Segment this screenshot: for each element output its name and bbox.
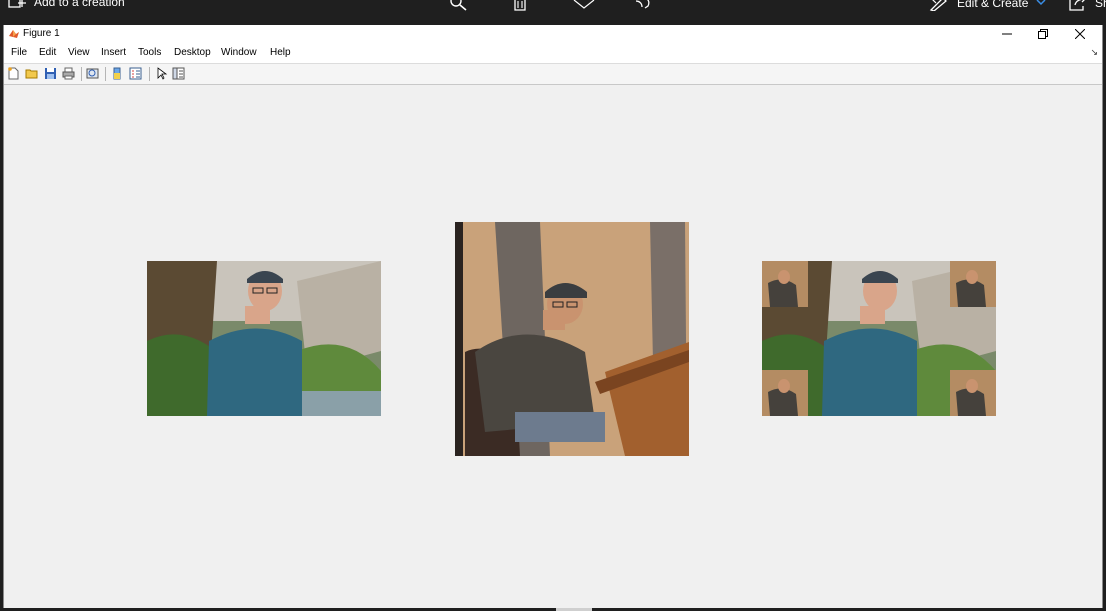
- figure-menubar: File Edit View Insert Tools Desktop Wind…: [4, 43, 1102, 64]
- subplot-image-original: [147, 261, 381, 416]
- minimize-button[interactable]: [989, 25, 1025, 43]
- insert-legend-icon[interactable]: [129, 67, 142, 80]
- share-icon: [1069, 0, 1085, 11]
- inset-thumbnail-top-right: [950, 261, 996, 307]
- toolbar-separator: [81, 67, 82, 81]
- property-inspector-icon[interactable]: [172, 67, 185, 80]
- menu-insert[interactable]: Insert: [101, 47, 126, 58]
- inset-thumbnail-top-left: [762, 261, 808, 307]
- add-to-creation-label: Add to a creation: [34, 0, 125, 9]
- inset-thumbnail-bottom-right: [950, 370, 996, 416]
- menu-edit[interactable]: Edit: [39, 47, 56, 58]
- favorite-button[interactable]: [573, 0, 595, 9]
- figure-window: Figure 1 File Edit View Insert Tools Des…: [3, 25, 1103, 611]
- edit-create-button[interactable]: Edit & Create: [929, 0, 1046, 11]
- subplot-image-indoor: [455, 222, 689, 456]
- zoom-button[interactable]: [449, 0, 469, 11]
- subplot-image-composite: [762, 261, 996, 416]
- menu-tools[interactable]: Tools: [138, 47, 161, 58]
- dock-arrow-icon[interactable]: ↘: [1090, 47, 1098, 58]
- inset-thumbnail-bottom-left: [762, 370, 808, 416]
- toolbar-separator: [149, 67, 150, 81]
- rotate-icon: [635, 0, 650, 9]
- add-to-creation-button[interactable]: Add to a creation: [8, 0, 125, 9]
- heart-icon: [573, 0, 595, 9]
- restore-button[interactable]: [1025, 25, 1061, 43]
- trash-icon: [514, 0, 526, 11]
- restore-icon: [1038, 29, 1048, 39]
- figure-toolbar: [4, 64, 1102, 85]
- zoom-icon: [450, 0, 467, 11]
- matlab-logo-icon: [9, 30, 19, 38]
- share-label: Sh: [1095, 0, 1106, 10]
- menu-view[interactable]: View: [68, 47, 90, 58]
- menu-file[interactable]: File: [11, 47, 27, 58]
- photos-app-toolbar: Add to a creation Edit & Create S: [0, 0, 1106, 26]
- rotate-button[interactable]: [633, 0, 653, 11]
- figure-canvas: [4, 86, 1102, 611]
- print-icon[interactable]: [62, 67, 75, 80]
- menu-window[interactable]: Window: [221, 47, 257, 58]
- share-button[interactable]: Sh: [1069, 0, 1106, 11]
- edit-create-label: Edit & Create: [957, 0, 1029, 10]
- minimize-icon: [1002, 33, 1012, 35]
- add-to-creation-icon: [8, 0, 26, 8]
- delete-button[interactable]: [513, 0, 527, 11]
- print-preview-icon[interactable]: [86, 67, 99, 80]
- edit-create-icon: [929, 0, 947, 11]
- figure-titlebar: Figure 1: [4, 25, 1102, 43]
- menu-desktop[interactable]: Desktop: [174, 47, 211, 58]
- menu-help[interactable]: Help: [270, 47, 291, 58]
- save-icon[interactable]: [44, 67, 57, 80]
- chevron-down-icon: [1036, 0, 1046, 6]
- insert-colorbar-icon[interactable]: [111, 67, 124, 80]
- figure-title: Figure 1: [23, 28, 60, 39]
- close-icon: [1075, 29, 1085, 39]
- new-figure-icon[interactable]: [7, 67, 20, 80]
- toolbar-separator: [105, 67, 106, 81]
- open-file-icon[interactable]: [25, 67, 38, 80]
- edit-plot-pointer-icon[interactable]: [155, 67, 168, 80]
- close-button[interactable]: [1062, 25, 1098, 43]
